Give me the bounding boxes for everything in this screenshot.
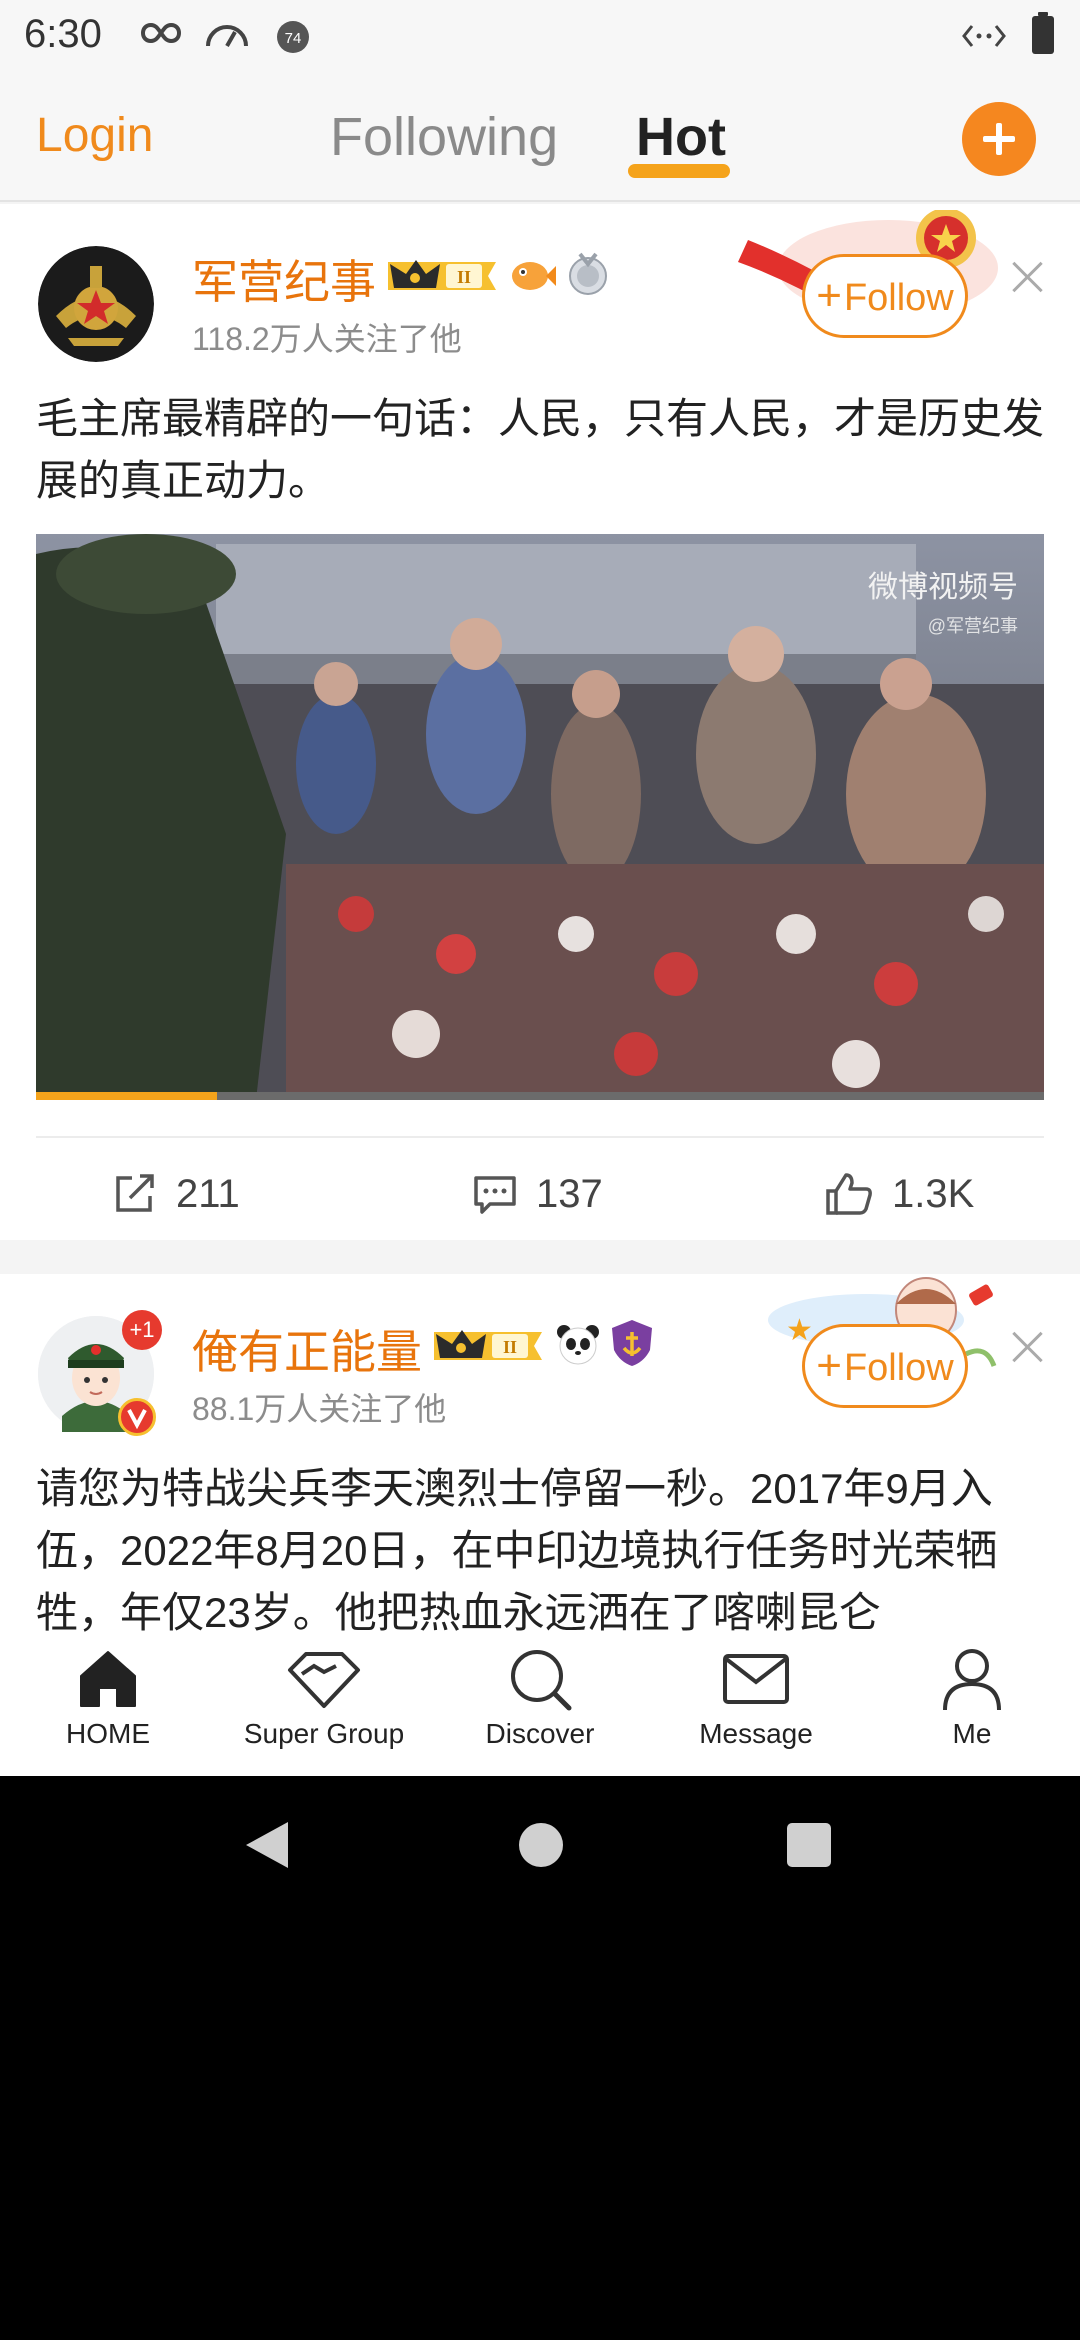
compose-plus-button[interactable] bbox=[962, 102, 1036, 176]
mail-icon bbox=[723, 1654, 789, 1704]
person-icon bbox=[943, 1649, 1001, 1711]
post-card[interactable]: 军营纪事 II 118.2万人关注了他 +Follow 毛主席最精辟的一句话：人… bbox=[0, 204, 1080, 1240]
app-screen: 6:30 74 Login Following Hot 军营纪事 II 118.… bbox=[0, 0, 1080, 1776]
nav-item-message[interactable]: Message bbox=[656, 1646, 856, 1750]
nav-label-home: HOME bbox=[66, 1718, 150, 1749]
top-nav: Login Following Hot bbox=[0, 72, 1080, 202]
nav-item-home[interactable]: HOME bbox=[8, 1646, 208, 1750]
post-text: 毛主席最精辟的一句话：人民，只有人民，才是历史发展的真正动力。 bbox=[36, 395, 1045, 504]
close-icon[interactable] bbox=[1010, 260, 1044, 294]
vip-level-text: II bbox=[503, 1337, 517, 1357]
avatar-notification-badge: +1 bbox=[122, 1310, 162, 1350]
nav-item-discover[interactable]: Discover bbox=[440, 1646, 640, 1750]
tab-following[interactable]: Following bbox=[330, 106, 558, 168]
follow-button-label: Follow bbox=[843, 1347, 954, 1389]
search-icon bbox=[511, 1650, 572, 1711]
follow-button[interactable]: +Follow bbox=[802, 254, 968, 338]
share-count: 211 bbox=[176, 1171, 240, 1216]
notification-count: 74 bbox=[285, 30, 302, 47]
follow-button[interactable]: +Follow bbox=[802, 1324, 968, 1408]
close-icon[interactable] bbox=[1010, 1330, 1044, 1364]
tab-hot[interactable]: Hot bbox=[636, 106, 726, 168]
system-nav-bar bbox=[0, 1776, 1080, 1936]
like-button[interactable]: 1.3K bbox=[824, 1164, 974, 1224]
infinity-icon bbox=[140, 18, 182, 53]
follower-count: 118.2万人关注了他 bbox=[192, 321, 462, 357]
active-tab-indicator bbox=[628, 164, 730, 178]
bottom-nav: HOME Super Group Discover Message Me bbox=[0, 1634, 1080, 1776]
status-time: 6:30 bbox=[24, 12, 102, 56]
home-icon bbox=[80, 1651, 136, 1707]
anchor-shield-badge-icon bbox=[608, 1318, 656, 1373]
watermark-subtext: @军营纪事 bbox=[927, 616, 1018, 636]
like-count: 1.3K bbox=[892, 1171, 975, 1216]
home-circle-icon[interactable] bbox=[518, 1822, 564, 1873]
vip-level-badge: II bbox=[430, 1322, 546, 1375]
follow-button-label: Follow bbox=[843, 277, 954, 319]
watermark-text: 微博视频号 bbox=[868, 571, 1018, 604]
diamond-icon bbox=[288, 1652, 360, 1708]
username[interactable]: 军营纪事 bbox=[192, 246, 376, 312]
login-link[interactable]: Login bbox=[36, 108, 153, 163]
share-button[interactable]: 211 bbox=[112, 1164, 240, 1224]
divider bbox=[36, 1136, 1044, 1138]
back-icon[interactable] bbox=[244, 1820, 290, 1875]
username[interactable]: 俺有正能量 bbox=[192, 1316, 422, 1382]
notification-74-icon: 74 bbox=[276, 20, 310, 59]
battery-icon bbox=[1032, 12, 1054, 54]
post-card[interactable]: +1 俺有正能量 II 88.1万人关注了他 ★ +Follow 请您为特战尖兵… bbox=[0, 1274, 1080, 1634]
nav-item-super-group[interactable]: Super Group bbox=[224, 1646, 424, 1750]
video-player[interactable]: 微博视频号 @军营纪事 bbox=[36, 534, 1044, 1100]
verified-v-icon bbox=[118, 1398, 156, 1436]
nav-label-message: Message bbox=[699, 1718, 813, 1749]
vip-level-badge: II bbox=[384, 252, 500, 305]
fish-badge-icon bbox=[508, 250, 556, 303]
speedometer-icon bbox=[204, 18, 250, 55]
comment-button[interactable]: 137 bbox=[472, 1164, 603, 1224]
nav-label-me: Me bbox=[952, 1718, 992, 1749]
nav-label-discover: Discover bbox=[485, 1718, 595, 1749]
post-text: 请您为特战尖兵李天澳烈士停留一秒。2017年9月入伍，2022年8月20日，在中… bbox=[36, 1465, 998, 1634]
panda-badge-icon bbox=[554, 1320, 602, 1373]
comment-count: 137 bbox=[536, 1171, 603, 1216]
thumbs-up-icon bbox=[826, 1173, 872, 1215]
status-bar: 6:30 74 bbox=[0, 0, 1080, 72]
video-progress-fill bbox=[36, 1092, 218, 1100]
nav-label-super-group: Super Group bbox=[243, 1718, 405, 1749]
comment-icon bbox=[474, 1176, 516, 1214]
medal-badge-icon bbox=[564, 250, 612, 303]
vip-level-text: II bbox=[457, 267, 471, 287]
video-watermark: 微博视频号 @军营纪事 bbox=[868, 562, 1018, 638]
recents-square-icon[interactable] bbox=[786, 1822, 832, 1873]
data-arrows-icon bbox=[962, 22, 1006, 55]
nav-item-me[interactable]: Me bbox=[872, 1646, 1072, 1750]
share-icon bbox=[116, 1174, 154, 1212]
follower-count: 88.1万人关注了他 bbox=[192, 1391, 447, 1427]
avatar[interactable] bbox=[38, 246, 154, 362]
